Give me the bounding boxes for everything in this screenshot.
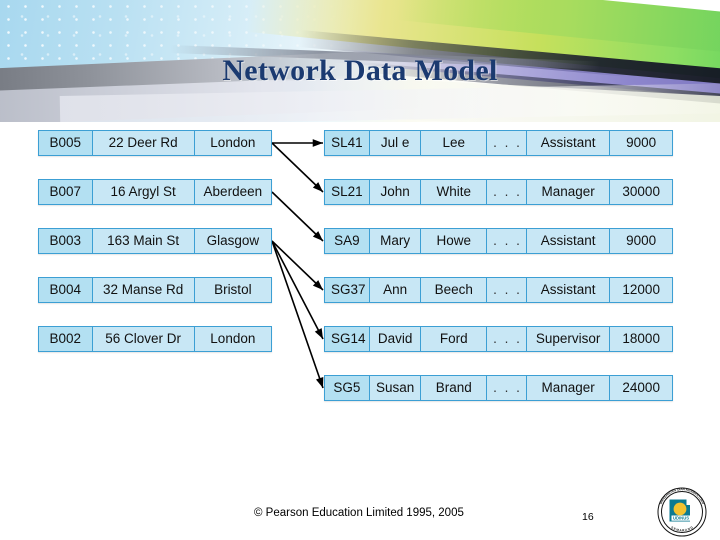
staff-ellipsis-cell: . . . — [487, 376, 527, 400]
network-data-model-diagram: B005 22 Deer Rd London B007 16 Argyl St Aberd… — [0, 122, 720, 482]
staff-first-name-cell: Jul e — [369, 131, 422, 155]
staff-position-cell: Assistant — [526, 278, 611, 302]
staff-salary-cell: 30000 — [610, 180, 672, 204]
staff-id-cell: SG37 — [325, 278, 370, 302]
page-number: 16 — [582, 511, 594, 523]
staff-last-name-cell: Ford — [421, 327, 488, 351]
staff-record-row: SL41 Jul e Lee. . . Assistant 9000 — [324, 130, 673, 156]
branch-id-cell: B003 — [39, 229, 93, 253]
svg-text:S E M A R A N G: S E M A R A N G — [670, 525, 694, 532]
branch-id-cell: B007 — [39, 180, 93, 204]
staff-first-name-cell: John — [369, 180, 422, 204]
branch-street-cell: 16 Argyl St — [92, 180, 195, 204]
staff-position-cell: Manager — [526, 180, 611, 204]
staff-ellipsis-cell: . . . — [487, 278, 527, 302]
branch-record-row: B002 56 Clover Dr London — [38, 326, 272, 352]
branch-record-row: B005 22 Deer Rd London — [38, 130, 272, 156]
staff-salary-cell: 12000 — [610, 278, 672, 302]
branch-street-cell: 56 Clover Dr — [92, 327, 195, 351]
staff-last-name-cell: Brand — [421, 376, 488, 400]
branch-id-cell: B005 — [39, 131, 93, 155]
staff-position-cell: Assistant — [526, 229, 611, 253]
svg-text:UDINUS: UDINUS — [673, 516, 689, 521]
connector-line-b005-to-sl21 — [271, 142, 324, 193]
staff-id-cell: SG5 — [325, 376, 370, 400]
staff-id-cell: SG14 — [325, 327, 370, 351]
staff-position-cell: Assistant — [526, 131, 611, 155]
staff-record-row: SL21 John White. . . Manager 30000 — [324, 179, 673, 205]
staff-salary-cell: 24000 — [610, 376, 672, 400]
connector-line-b003-to-sg5 — [271, 240, 324, 389]
connector-line-b007-to-sa9 — [271, 191, 324, 242]
staff-ellipsis-cell: . . . — [487, 229, 527, 253]
staff-record-row: SG14 David Ford. . . Supervisor 18000 — [324, 326, 673, 352]
staff-id-cell: SA9 — [325, 229, 370, 253]
connector-line-b003-to-sg37 — [271, 240, 324, 291]
staff-ellipsis-cell: . . . — [487, 131, 527, 155]
staff-record-row: SG37 Ann Beech. . . Assistant 12000 — [324, 277, 673, 303]
branch-city-cell: Aberdeen — [194, 180, 271, 204]
branch-street-cell: 32 Manse Rd — [92, 278, 195, 302]
branch-city-cell: London — [194, 131, 271, 155]
staff-first-name-cell: David — [369, 327, 422, 351]
connector-arrowhead — [312, 139, 323, 147]
connector-arrowhead — [314, 328, 323, 339]
staff-ellipsis-cell: . . . — [487, 180, 527, 204]
staff-position-cell: Supervisor — [526, 327, 611, 351]
branch-id-cell: B004 — [39, 278, 93, 302]
connector-line-b003-to-sg14 — [271, 240, 324, 340]
page-title: Network Data Model — [222, 54, 498, 87]
staff-salary-cell: 9000 — [610, 131, 672, 155]
staff-last-name-cell: Lee — [421, 131, 488, 155]
staff-salary-cell: 9000 — [610, 229, 672, 253]
connector-arrowhead — [315, 377, 324, 388]
staff-last-name-cell: Beech — [421, 278, 488, 302]
staff-last-name-cell: White — [421, 180, 488, 204]
branch-street-cell: 22 Deer Rd — [92, 131, 195, 155]
staff-salary-cell: 18000 — [610, 327, 672, 351]
branch-record-row: B004 32 Manse Rd Bristol — [38, 277, 272, 303]
staff-first-name-cell: Mary — [369, 229, 422, 253]
branch-record-row: B003 163 Main St Glasgow — [38, 228, 272, 254]
staff-position-cell: Manager — [526, 376, 611, 400]
branch-city-cell: Glasgow — [194, 229, 271, 253]
branch-city-cell: Bristol — [194, 278, 271, 302]
staff-first-name-cell: Ann — [369, 278, 422, 302]
udinus-university-seal-logo: UNIVERSITAS DIAN NUSWANTORO S E M A R A … — [657, 487, 707, 537]
staff-id-cell: SL41 — [325, 131, 370, 155]
staff-ellipsis-cell: . . . — [487, 327, 527, 351]
branch-id-cell: B002 — [39, 327, 93, 351]
staff-record-row: SA9 Mary Howe. . . Assistant 9000 — [324, 228, 673, 254]
staff-last-name-cell: Howe — [421, 229, 488, 253]
footer-copyright: © Pearson Education Limited 1995, 2005 — [254, 507, 464, 519]
branch-city-cell: London — [194, 327, 271, 351]
staff-record-row: SG5 Susan Brand. . . Manager 24000 — [324, 375, 673, 401]
branch-record-row: B007 16 Argyl St Aberdeen — [38, 179, 272, 205]
branch-street-cell: 163 Main St — [92, 229, 195, 253]
staff-first-name-cell: Susan — [369, 376, 422, 400]
staff-id-cell: SL21 — [325, 180, 370, 204]
